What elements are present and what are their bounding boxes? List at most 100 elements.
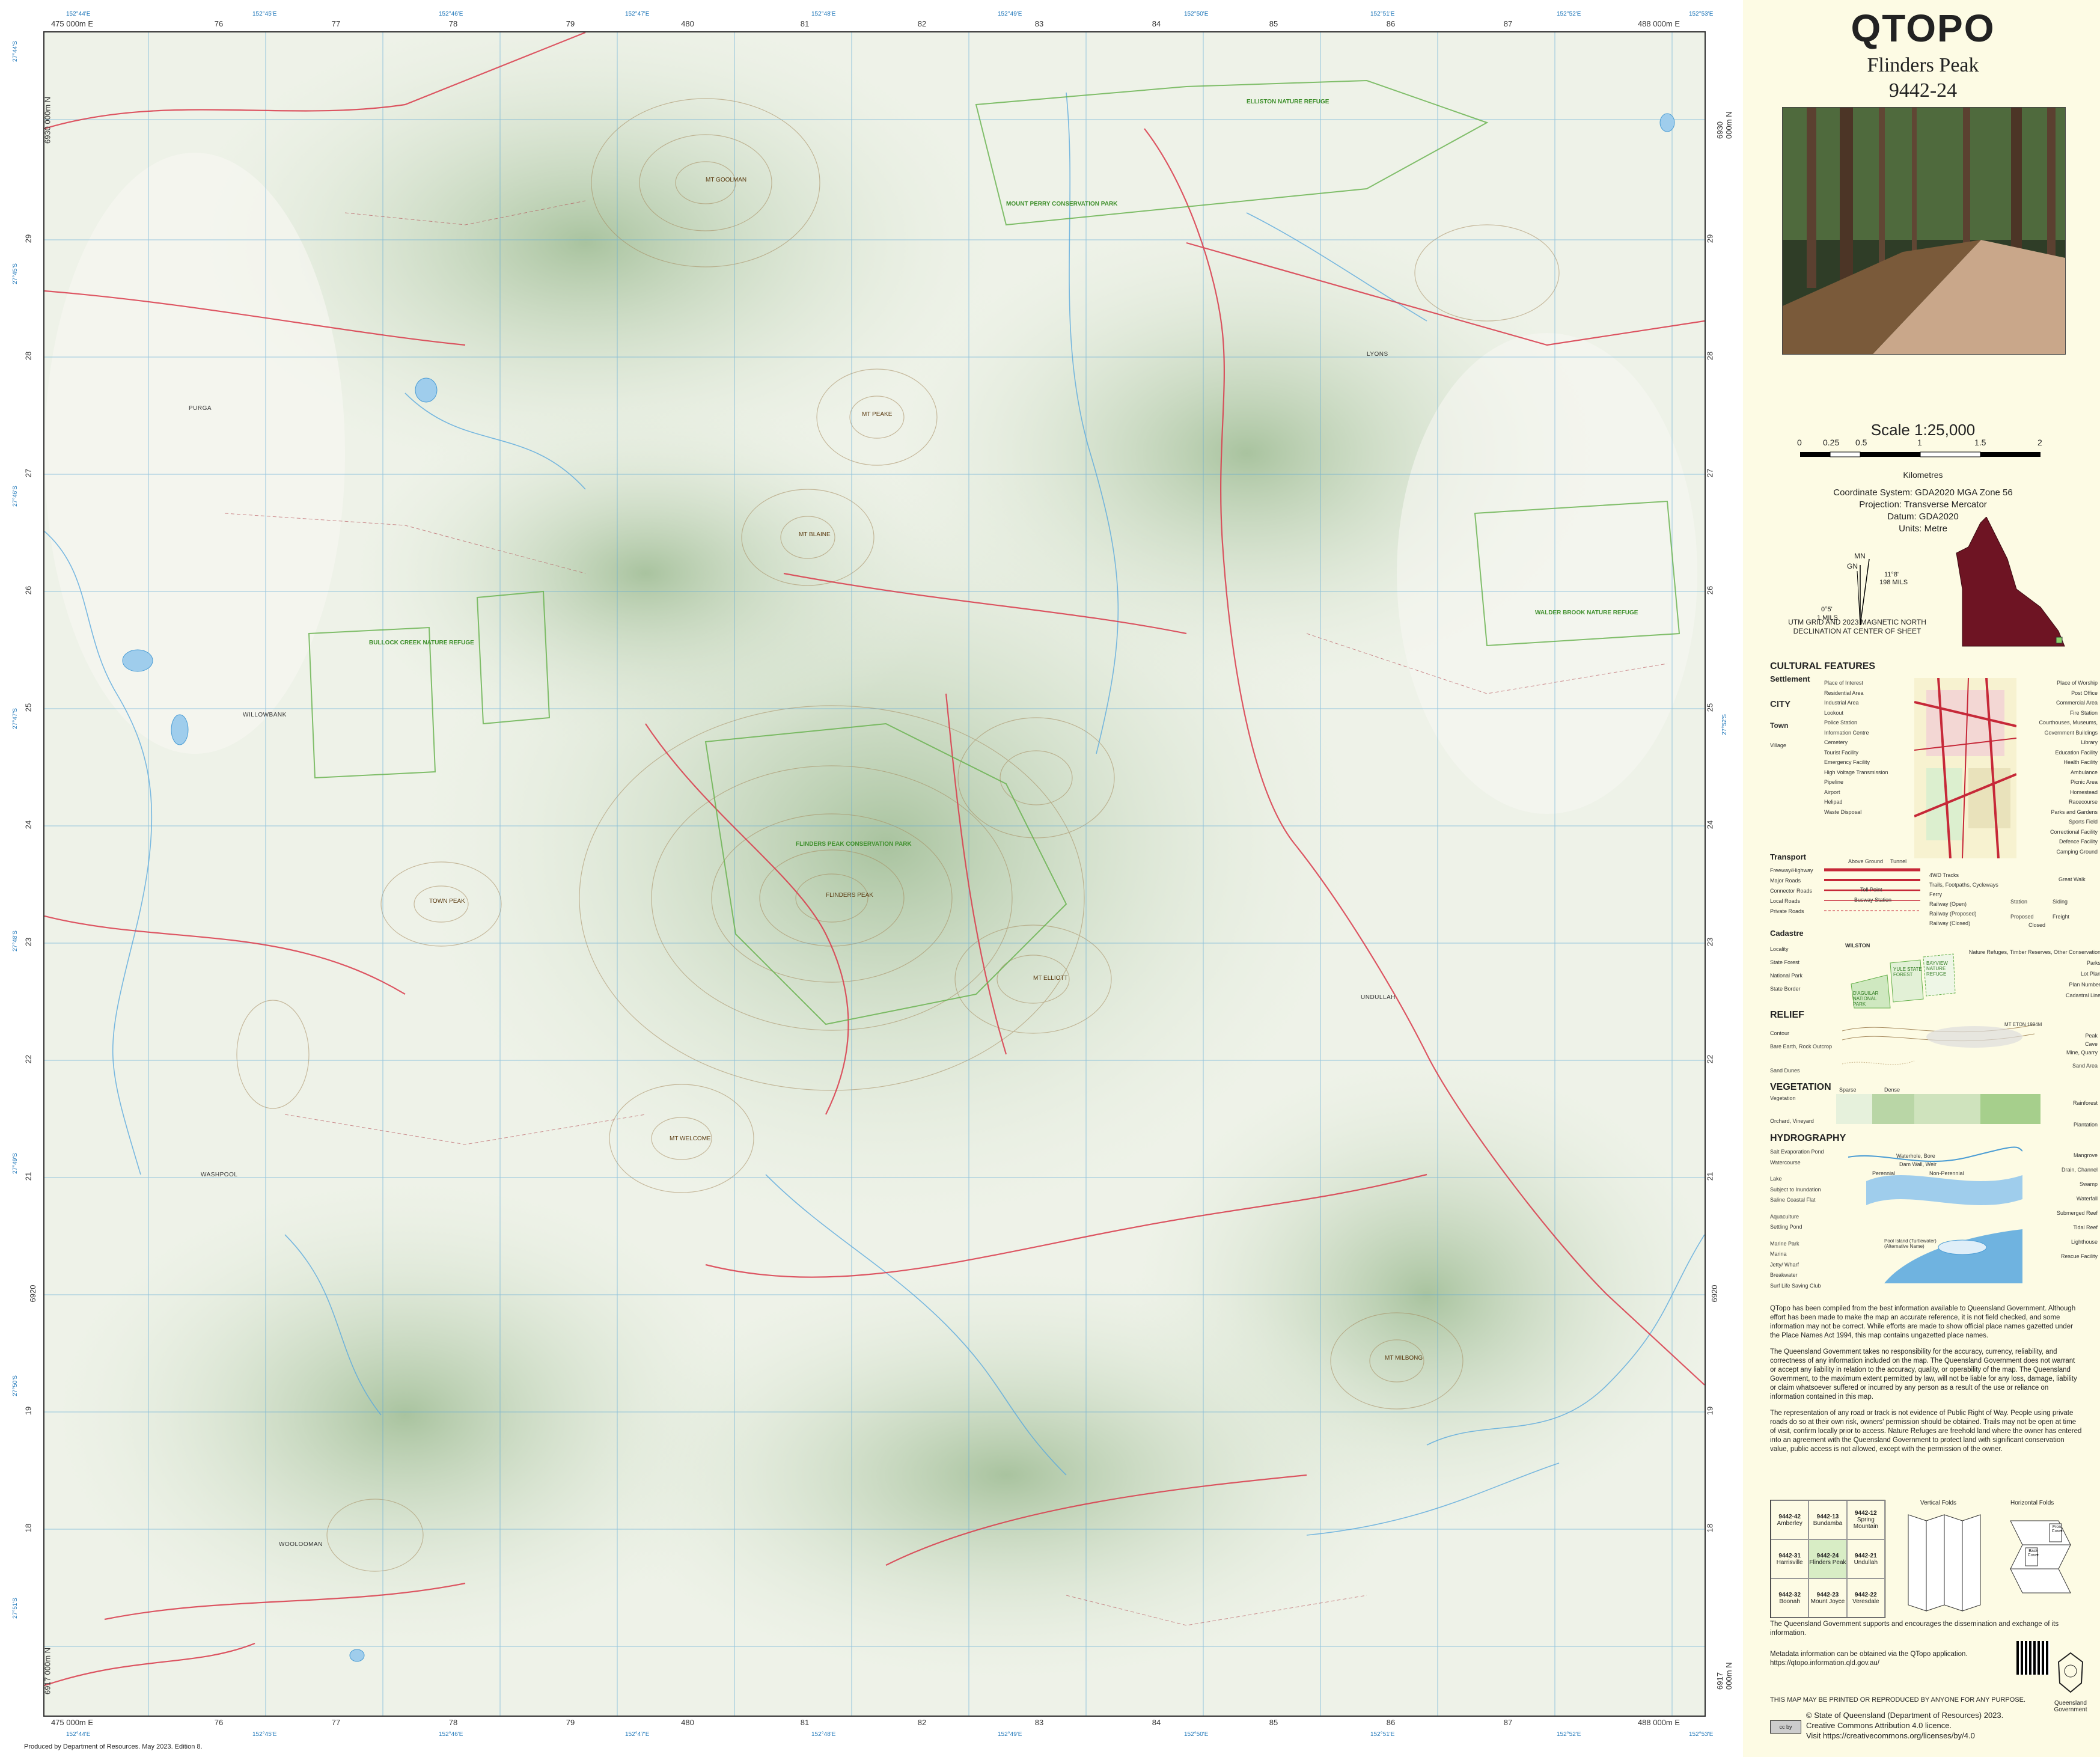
northing-tick: 24 — [23, 820, 33, 830]
peak-label: FLINDERS PEAK — [826, 892, 873, 899]
adjacent-sheet[interactable]: 9442-22 Veresdale — [1846, 1578, 1885, 1618]
easting-tick: 84 — [1152, 19, 1161, 28]
scale-tick: 0 — [1797, 438, 1802, 447]
production-credit: Produced by Department of Resources. May… — [24, 1743, 203, 1750]
peak-label: MT ELLIOTT — [1033, 975, 1068, 982]
scale-ticks: 0 0.25 0.5 1 1.5 2 — [1794, 438, 2053, 450]
legend-item: Railway (Closed) — [1929, 920, 1971, 926]
easting-tick: 488 000m E — [1637, 1718, 1680, 1727]
legend-item: Pipeline — [1824, 779, 1844, 785]
coord-system: Coordinate System: GDA2020 MGA Zone 56 — [1833, 487, 2013, 498]
legend-item: Lighthouse — [2071, 1239, 2098, 1245]
easting-tick: 488 000m E — [1637, 19, 1680, 28]
legend-city: CITY — [1770, 699, 1791, 709]
legend-item: Sand Area — [2072, 1063, 2098, 1069]
adjacent-sheet[interactable]: 9442-21 Undullah — [1846, 1539, 1885, 1578]
legend-settlement-left: Place of Interest Residential Area Indus… — [1824, 678, 1914, 817]
legend-item: Ambulance — [2070, 769, 2098, 775]
decl-gn: GN — [1847, 562, 1858, 570]
decl-right-mils: 198 MILS — [1879, 579, 1908, 586]
legend-village: Village — [1770, 742, 1786, 748]
legend-item: State Forest — [1770, 959, 1800, 965]
legend-item: Camping Ground — [2056, 848, 2098, 855]
declination-note: UTM GRID AND 2023 MAGNETIC NORTH DECLINA… — [1788, 618, 1926, 635]
easting-tick: 78 — [448, 19, 458, 28]
easting-tick: 86 — [1386, 19, 1396, 28]
legend-item: Waterfall — [2076, 1196, 2098, 1202]
park-label: MOUNT PERRY CONSERVATION PARK — [1006, 201, 1118, 207]
legend-peak-sample: MT ETON 1994M — [2004, 1022, 2042, 1027]
easting-tick: 480 — [681, 19, 694, 28]
metadata-statement[interactable]: Metadata information can be obtained via… — [1770, 1650, 2010, 1668]
latitude-label: 27°44'S — [11, 41, 19, 62]
legend-transport-mid: Closed — [2028, 922, 2046, 928]
disclaimer: QTopo has been compiled from the best in… — [1770, 1304, 2083, 1461]
legend-item: Cave — [2084, 1041, 2098, 1047]
legend-item: Industrial Area — [1824, 700, 1859, 706]
adjacent-sheet[interactable]: 9442-42 Amberley — [1771, 1500, 1809, 1539]
legend-item: Rainforest — [2072, 1100, 2098, 1106]
place-label: WILLOWBANK — [243, 712, 287, 718]
legend-transport-mid: Station — [2010, 899, 2028, 905]
northing-tick: 6930 000m N — [1715, 111, 1733, 139]
license-link[interactable]: Visit https://creativecommons.org/licens… — [1806, 1731, 2003, 1741]
northing-tick: 6917 000m N — [1715, 1662, 1733, 1690]
easting-tick: 83 — [1034, 19, 1044, 28]
northing-tick: 19 — [1705, 1406, 1715, 1416]
legend-relief-left: Contour Bare Earth, Rock Outcrop Sand Du… — [1770, 1027, 1832, 1077]
queensland-crest-logo: Queensland Government — [2053, 1650, 2089, 1722]
park-label: FLINDERS PEAK CONSERVATION PARK — [796, 841, 912, 848]
legend-panel: QTOPO Flinders Peak 9442-24 Scale 1:25,0… — [1746, 0, 2100, 1757]
adjacent-sheet[interactable]: 9442-12 Spring Mountain — [1846, 1500, 1885, 1539]
vertical-folds-label: Vertical Folds — [1920, 1500, 1957, 1506]
legend-item: Mine, Quarry — [2066, 1050, 2098, 1056]
sheet-number: 9442-24 — [1888, 79, 1958, 102]
legend-item: Breakwater — [1770, 1272, 1798, 1278]
legend-item: Education Facility — [2055, 749, 2098, 756]
legend-item: Lot Plan — [2080, 971, 2100, 977]
place-label: WOOLOOMAN — [279, 1541, 323, 1548]
park-label: ELLISTON NATURE REFUGE — [1247, 99, 1329, 105]
legend-relief-heading: RELIEF — [1770, 1010, 1804, 1020]
place-label: UNDULLAH — [1361, 994, 1396, 1001]
adjacent-sheet[interactable]: 9442-32 Boonah — [1771, 1578, 1809, 1618]
qr-code[interactable] — [2016, 1641, 2050, 1675]
northing-tick: 22 — [1705, 1054, 1715, 1064]
longitude-label: 152°48'E — [811, 1731, 836, 1738]
longitude-label: 152°48'E — [811, 11, 836, 17]
peak-label: TOWN PEAK — [429, 898, 465, 905]
decl-mn: MN — [1854, 552, 1866, 560]
cover-photo — [1782, 107, 2066, 355]
legend-item: Health Facility — [2063, 759, 2098, 765]
longitude-label: 152°46'E — [439, 11, 463, 17]
legend-item: Dense — [1884, 1087, 1900, 1093]
current-sheet: 9442-24 Flinders Peak — [1809, 1539, 1847, 1578]
front-cover-label: Front Cover — [2051, 1525, 2063, 1533]
easting-tick: 77 — [331, 1718, 341, 1727]
peak-label: MT PEAKE — [862, 411, 893, 418]
legend-item: Tourist Facility — [1824, 749, 1859, 756]
legend-item: Police Station — [1824, 720, 1858, 726]
topographic-map[interactable]: WILLOWBANK PURGA WASHPOOL UNDULLAH WOOLO… — [43, 31, 1706, 1717]
northing-tick: 27 — [23, 468, 33, 478]
legend-item: State Border — [1770, 986, 1801, 992]
map-graphics — [44, 32, 1705, 1716]
legend-item: Lake — [1770, 1176, 1782, 1182]
legend-item: Cemetery — [1824, 739, 1848, 745]
legend-item: Locality — [1770, 946, 1789, 952]
legend-transport-left: Freeway/Highway Major Roads Connector Ro… — [1770, 866, 1813, 917]
adjacent-sheet[interactable]: 9442-23 Mount Joyce — [1809, 1578, 1847, 1618]
legend-item: Waste Disposal — [1824, 808, 1862, 815]
longitude-label: 152°53'E — [1689, 1731, 1714, 1738]
adjacent-sheet[interactable]: 9442-13 Bundamba — [1809, 1500, 1847, 1539]
adjacent-sheet[interactable]: 9442-31 Harrisville — [1771, 1539, 1809, 1578]
legend-item: Sports Field — [2068, 819, 2098, 825]
easting-tick: 79 — [566, 1718, 575, 1727]
fold-diagram: Vertical Folds Horizontal Folds Front Co… — [1896, 1500, 2083, 1620]
longitude-label: 152°53'E — [1689, 11, 1714, 17]
northing-tick: 6920 — [28, 1285, 37, 1303]
longitude-label: 152°51'E — [1370, 11, 1395, 17]
northing-tick: 25 — [1705, 703, 1715, 712]
scale-label: Scale 1:25,000 — [1870, 421, 1976, 439]
northing-tick: 22 — [23, 1054, 33, 1064]
